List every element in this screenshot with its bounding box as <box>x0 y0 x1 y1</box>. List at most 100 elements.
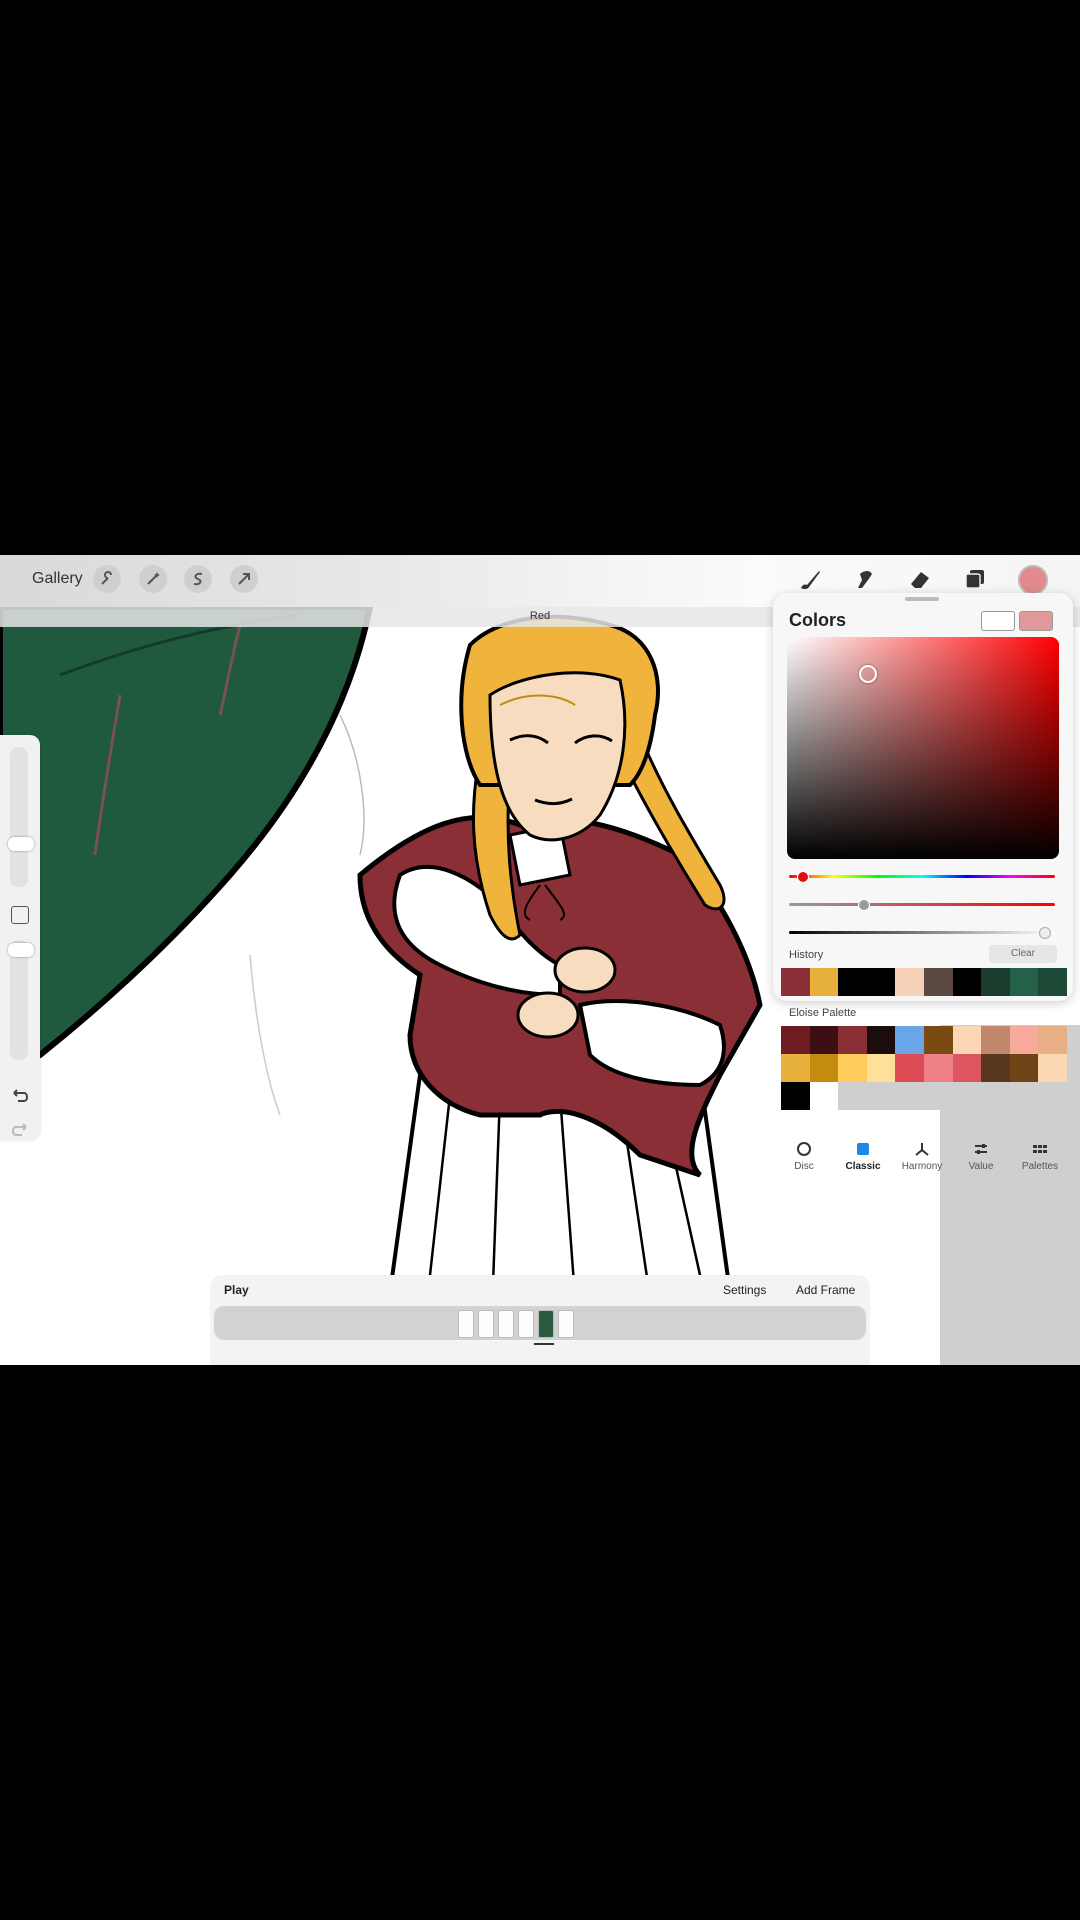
palette-swatch[interactable] <box>924 1054 953 1082</box>
history-swatch[interactable] <box>923 968 953 996</box>
palette-swatch[interactable] <box>981 1054 1010 1082</box>
brightness-knob[interactable] <box>1039 927 1052 939</box>
gallery-button[interactable]: Gallery <box>32 570 83 588</box>
playhead <box>534 1343 554 1345</box>
palette-swatch[interactable] <box>866 1054 896 1082</box>
panel-grabber[interactable] <box>905 597 939 601</box>
frames-track[interactable] <box>214 1306 866 1340</box>
hand-top <box>553 946 617 994</box>
history-swatch[interactable] <box>981 968 1010 996</box>
animation-timeline: Play Settings Add Frame <box>210 1275 870 1365</box>
frame-thumbnail[interactable] <box>558 1310 574 1338</box>
magic-wand-icon[interactable] <box>139 565 167 593</box>
history-swatch[interactable] <box>1009 968 1039 996</box>
frame-thumbnail[interactable] <box>478 1310 494 1338</box>
palette-swatch[interactable] <box>866 1026 896 1054</box>
wrench-icon[interactable] <box>93 565 121 593</box>
hue-knob[interactable] <box>797 871 810 883</box>
tab-label: Harmony <box>901 1161 943 1172</box>
history-swatch[interactable] <box>895 968 924 996</box>
redo-icon[interactable] <box>8 1121 32 1141</box>
palette-swatch[interactable] <box>809 1026 839 1054</box>
play-button[interactable]: Play <box>224 1283 249 1297</box>
clear-history-button[interactable]: Clear <box>989 945 1057 963</box>
eraser-icon[interactable] <box>905 564 935 594</box>
transform-arrow-icon[interactable] <box>230 565 258 593</box>
undo-icon[interactable] <box>8 1087 32 1107</box>
palette-swatch[interactable] <box>924 1082 953 1110</box>
brush-icon[interactable] <box>795 564 825 594</box>
color-picker-cursor[interactable] <box>859 665 877 683</box>
tab-harmony[interactable]: Harmony <box>893 1141 951 1172</box>
palette-grid <box>781 1026 1067 1110</box>
current-color-button[interactable] <box>1018 565 1048 595</box>
history-swatch[interactable] <box>952 968 982 996</box>
palette-swatch[interactable] <box>952 1082 982 1110</box>
selection-icon[interactable] <box>184 565 212 593</box>
palette-swatch[interactable] <box>1009 1082 1039 1110</box>
frame-thumbnail[interactable] <box>498 1310 514 1338</box>
history-swatch[interactable] <box>838 968 867 996</box>
palette-swatch[interactable] <box>1038 1082 1067 1110</box>
tab-palettes[interactable]: Palettes <box>1011 1141 1069 1172</box>
secondary-color-swatch[interactable] <box>981 611 1015 631</box>
history-swatch[interactable] <box>781 968 810 996</box>
palette-swatch[interactable] <box>1038 1054 1067 1082</box>
palette-swatch[interactable] <box>838 1026 867 1054</box>
add-frame-button[interactable]: Add Frame <box>796 1283 855 1297</box>
color-mode-tabs: Disc Classic Harmony Value Palettes <box>773 1141 1073 1181</box>
opacity-knob[interactable] <box>8 943 34 957</box>
opacity-slider[interactable] <box>10 940 28 1060</box>
tab-label: Value <box>968 1161 994 1172</box>
harmony-icon <box>893 1141 951 1157</box>
palette-swatch[interactable] <box>952 1054 982 1082</box>
palette-swatch[interactable] <box>981 1082 1010 1110</box>
palette-swatch[interactable] <box>981 1026 1010 1054</box>
saturation-slider[interactable] <box>789 899 1055 911</box>
brush-size-knob[interactable] <box>8 837 34 851</box>
palette-swatch[interactable] <box>1009 1026 1039 1054</box>
palette-swatch[interactable] <box>895 1026 924 1054</box>
palette-swatch[interactable] <box>809 1082 839 1110</box>
palette-swatch[interactable] <box>781 1026 810 1054</box>
primary-color-swatch[interactable] <box>1019 611 1053 631</box>
colors-title: Colors <box>789 610 847 630</box>
tab-label: Classic <box>845 1161 881 1172</box>
tab-label: Palettes <box>1021 1161 1059 1172</box>
tab-disc[interactable]: Disc <box>775 1141 833 1172</box>
palette-swatch[interactable] <box>781 1082 810 1110</box>
saturation-brightness-picker[interactable] <box>787 637 1059 859</box>
history-label: History <box>789 949 824 961</box>
timeline-settings-button[interactable]: Settings <box>723 1283 766 1297</box>
saturation-knob[interactable] <box>858 899 871 911</box>
smudge-icon[interactable] <box>850 564 880 594</box>
palette-swatch[interactable] <box>952 1026 982 1054</box>
hand-bottom <box>516 991 580 1039</box>
frame-thumbnail-current[interactable] <box>538 1310 554 1338</box>
history-swatch[interactable] <box>809 968 839 996</box>
palette-swatch[interactable] <box>838 1082 867 1110</box>
left-sidebar <box>0 735 40 1140</box>
brush-size-slider[interactable] <box>10 747 28 887</box>
palette-swatch[interactable] <box>895 1054 924 1082</box>
palette-swatch[interactable] <box>1009 1054 1039 1082</box>
palette-swatch[interactable] <box>895 1082 924 1110</box>
palette-swatch[interactable] <box>838 1054 867 1082</box>
modify-button[interactable] <box>11 906 29 924</box>
palette-swatch[interactable] <box>1038 1026 1067 1054</box>
tab-classic[interactable]: Classic <box>834 1141 892 1172</box>
palette-swatch[interactable] <box>809 1054 839 1082</box>
tab-label: Disc <box>794 1161 814 1172</box>
palette-swatch[interactable] <box>924 1026 953 1054</box>
brightness-slider[interactable] <box>789 927 1055 939</box>
layers-icon[interactable] <box>960 564 990 594</box>
palette-swatch[interactable] <box>866 1082 896 1110</box>
tab-value[interactable]: Value <box>952 1141 1010 1172</box>
frame-thumbnail[interactable] <box>458 1310 474 1338</box>
palette-swatch[interactable] <box>781 1054 810 1082</box>
disc-icon <box>775 1141 833 1157</box>
history-swatch[interactable] <box>866 968 896 996</box>
hue-slider[interactable] <box>789 871 1055 883</box>
frame-thumbnail[interactable] <box>518 1310 534 1338</box>
history-swatch[interactable] <box>1038 968 1067 996</box>
